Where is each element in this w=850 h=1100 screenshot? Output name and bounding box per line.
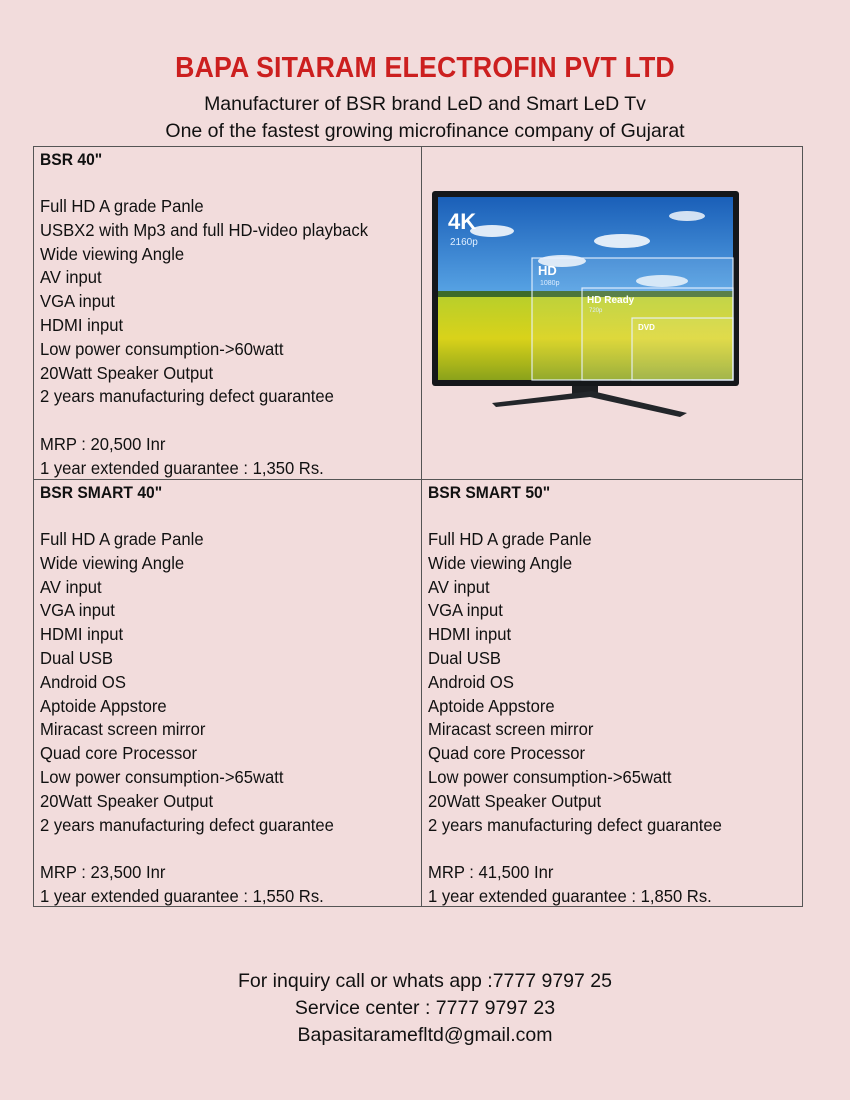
feature-item: Quad core Processor: [428, 743, 586, 764]
feature-item: Miracast screen mirror: [428, 719, 594, 740]
label-4k: 4K: [448, 209, 476, 234]
feature-item: Android OS: [428, 671, 514, 692]
product-mrp: MRP : 23,500 Inr: [40, 862, 166, 883]
feature-item: VGA input: [40, 600, 115, 621]
product-cell-smart40: BSR SMART 40" Full HD A grade Panle Wide…: [34, 480, 421, 906]
tagline-manufacturer: Manufacturer of BSR brand LeD and Smart …: [204, 93, 646, 115]
feature-item: VGA input: [40, 291, 115, 312]
product-cell-smart50: BSR SMART 50" Full HD A grade Panle Wide…: [422, 480, 803, 906]
product-model: BSR 40": [40, 150, 103, 169]
tv-image-cell: 4K 2160p HD 1080p HD Ready 720p DVD: [422, 147, 803, 479]
feature-item: Miracast screen mirror: [40, 719, 206, 740]
feature-item: 20Watt Speaker Output: [40, 790, 214, 811]
feature-item: 20Watt Speaker Output: [428, 790, 602, 811]
product-model: BSR SMART 50": [428, 483, 551, 502]
label-hdready-sub: 720p: [589, 308, 603, 314]
feature-list: Full HD A grade Panle Wide viewing Angle…: [40, 528, 421, 909]
feature-item: 20Watt Speaker Output: [40, 362, 214, 383]
feature-item: AV input: [428, 576, 490, 597]
feature-item: Aptoide Appstore: [428, 695, 555, 716]
feature-item: Low power consumption->60watt: [40, 338, 284, 359]
feature-item: AV input: [40, 576, 102, 597]
email-address: Bapasitaramefltd@gmail.com: [297, 1024, 553, 1046]
feature-item: Low power consumption->65watt: [428, 766, 672, 787]
tagline-microfinance: One of the fastest growing microfinance …: [165, 120, 685, 142]
feature-item: Low power consumption->65watt: [40, 766, 284, 787]
feature-item: Full HD A grade Panle: [428, 529, 592, 549]
product-mrp: MRP : 41,500 Inr: [428, 862, 554, 883]
label-4k-sub: 2160p: [450, 237, 478, 248]
feature-item: HDMI input: [40, 314, 124, 335]
feature-item: Dual USB: [428, 647, 502, 668]
product-mrp: MRP : 20,500 Inr: [40, 433, 166, 454]
feature-item: HDMI input: [40, 624, 124, 645]
feature-list: Full HD A grade Panle Wide viewing Angle…: [428, 528, 803, 909]
company-title: BAPA SITARAM ELECTROFIN PVT LTD: [175, 52, 675, 84]
service-center-contact: Service center : 7777 9797 23: [294, 997, 556, 1019]
label-hdready: HD Ready: [587, 295, 635, 306]
product-extended-guarantee: 1 year extended guarantee : 1,850 Rs.: [428, 885, 712, 906]
product-extended-guarantee: 1 year extended guarantee : 1,550 Rs.: [40, 885, 324, 906]
feature-item: AV input: [40, 267, 102, 288]
feature-item: Quad core Processor: [40, 743, 198, 764]
feature-item: VGA input: [428, 600, 503, 621]
feature-item: 2 years manufacturing defect guarantee: [40, 814, 334, 835]
feature-item: Full HD A grade Panle: [40, 196, 204, 216]
feature-list: Full HD A grade Panle USBX2 with Mp3 and…: [40, 195, 421, 481]
product-extended-guarantee: 1 year extended guarantee : 1,350 Rs.: [40, 457, 324, 478]
label-hd-sub: 1080p: [540, 280, 560, 287]
feature-item: Android OS: [40, 671, 126, 692]
label-hd: HD: [538, 263, 557, 278]
feature-item: USBX2 with Mp3 and full HD-video playbac…: [40, 219, 369, 240]
inquiry-contact: For inquiry call or whats app :7777 9797…: [238, 970, 612, 992]
feature-item: Full HD A grade Panle: [40, 529, 204, 549]
feature-item: HDMI input: [428, 624, 512, 645]
product-model: BSR SMART 40": [40, 483, 163, 502]
label-dvd: DVD: [638, 323, 655, 332]
tv-illustration: 4K 2160p HD 1080p HD Ready 720p DVD: [432, 191, 739, 417]
feature-item: Wide viewing Angle: [40, 552, 185, 573]
tv-stand-base: [492, 391, 687, 417]
feature-item: Aptoide Appstore: [40, 695, 167, 716]
product-table: BSR 40" Full HD A grade Panle USBX2 with…: [33, 146, 803, 907]
product-cell-bsr40: BSR 40" Full HD A grade Panle USBX2 with…: [34, 147, 421, 479]
feature-item: 2 years manufacturing defect guarantee: [40, 386, 334, 407]
feature-item: Wide viewing Angle: [40, 243, 185, 264]
feature-item: Dual USB: [40, 647, 114, 668]
feature-item: Wide viewing Angle: [428, 552, 573, 573]
feature-item: 2 years manufacturing defect guarantee: [428, 814, 722, 835]
